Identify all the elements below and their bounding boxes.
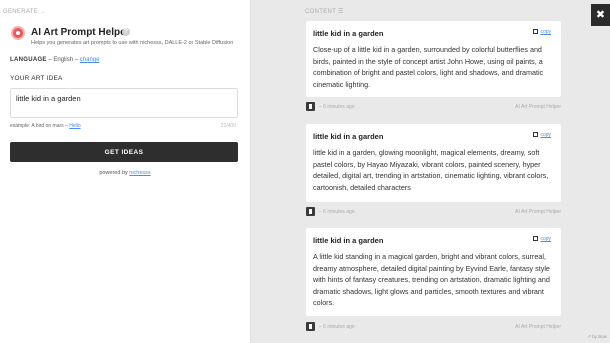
card-time: – 6 minutes ago xyxy=(319,209,355,215)
example-text: example: A bird on mars – xyxy=(10,123,68,129)
language-label: LANGUAGE xyxy=(10,57,47,63)
footer-by-link[interactable]: ↗ by Bow xyxy=(587,334,607,340)
card-time: – 6 minutes ago xyxy=(319,104,355,110)
powered-by: powered by nichesss xyxy=(0,170,250,176)
card-meta: – 6 minutes ago AI Art Prompt Helper xyxy=(306,207,561,217)
powered-by-text: powered by xyxy=(99,170,128,176)
copy-label: copy xyxy=(540,132,551,138)
app-subtitle: Helps you generates art prompts to use w… xyxy=(31,40,234,46)
generate-label: GENERATE → xyxy=(3,9,47,15)
copy-button[interactable]: copy xyxy=(533,236,551,242)
result-card: little kid in a garden copy Close-up of … xyxy=(306,21,561,97)
result-card: little kid in a garden copy little kid i… xyxy=(306,124,561,202)
card-source: AI Art Prompt Helper xyxy=(515,209,561,215)
copy-label: copy xyxy=(540,236,551,242)
card-title: little kid in a garden xyxy=(313,132,384,141)
art-idea-label: YOUR ART IDEA xyxy=(10,75,63,82)
content-label: CONTENT ☰ xyxy=(305,9,344,15)
trash-icon[interactable] xyxy=(306,102,315,111)
card-text: Close-up of a little kid in a garden, su… xyxy=(313,45,544,89)
char-count: 22/400 xyxy=(220,123,236,129)
help-icon[interactable]: ? xyxy=(122,28,130,36)
copy-icon xyxy=(533,236,539,241)
copy-label: copy xyxy=(540,29,551,35)
nichesss-link[interactable]: nichesss xyxy=(129,170,150,176)
card-text: A little kid standing in a magical garde… xyxy=(313,252,550,308)
card-title: little kid in a garden xyxy=(313,29,384,38)
card-source: AI Art Prompt Helper xyxy=(515,104,561,110)
card-title: little kid in a garden xyxy=(313,236,384,245)
art-idea-input[interactable]: little kid in a garden xyxy=(10,88,238,118)
get-ideas-button[interactable]: GET IDEAS xyxy=(10,142,238,162)
app-logo-icon xyxy=(11,26,25,40)
card-text: little kid in a garden, glowing moonligh… xyxy=(313,148,549,192)
card-source: AI Art Prompt Helper xyxy=(515,324,561,330)
app-title: AI Art Prompt Helper xyxy=(31,27,130,38)
trash-icon[interactable] xyxy=(306,207,315,216)
trash-icon[interactable] xyxy=(306,322,315,331)
language-change-link[interactable]: change xyxy=(80,57,100,63)
generator-panel: GENERATE → AI Art Prompt Helper ? Helps … xyxy=(0,0,251,343)
result-card: little kid in a garden copy A little kid… xyxy=(306,228,561,316)
card-time: – 6 minutes ago xyxy=(319,324,355,330)
example-hint: example: A bird on mars – Hello xyxy=(10,123,81,129)
card-meta: – 6 minutes ago AI Art Prompt Helper xyxy=(306,102,561,112)
language-value: – English – xyxy=(48,57,79,63)
copy-icon xyxy=(533,29,539,34)
close-icon[interactable]: ✖ xyxy=(591,4,610,26)
copy-button[interactable]: copy xyxy=(533,29,551,35)
copy-button[interactable]: copy xyxy=(533,132,551,138)
example-link[interactable]: Hello xyxy=(69,123,80,129)
copy-icon xyxy=(533,132,539,137)
card-meta: – 6 minutes ago AI Art Prompt Helper xyxy=(306,322,561,332)
language-row: LANGUAGE – English – change xyxy=(10,57,99,63)
